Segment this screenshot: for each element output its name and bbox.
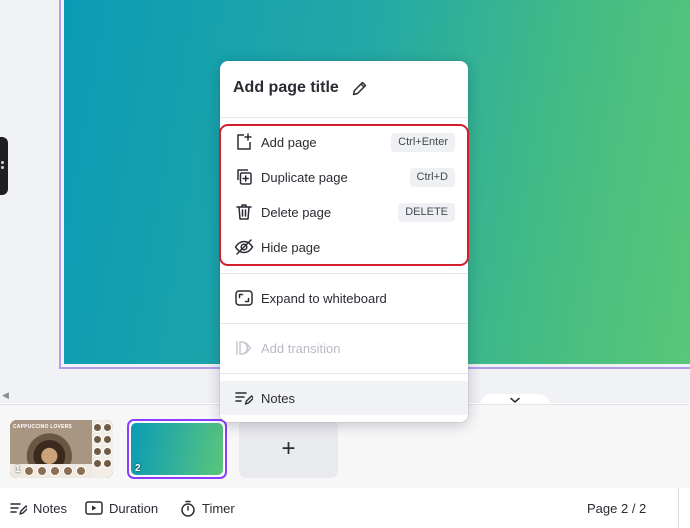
timer-label: Timer (202, 500, 235, 516)
duration-label: Duration (109, 500, 159, 516)
duplicate-page-icon (233, 166, 255, 188)
hide-page-label: Hide page (261, 239, 321, 255)
thumbnail-photo-grid (92, 420, 113, 478)
bottom-toolbar: Notes Duration Timer Page 2 / 2 (0, 488, 690, 528)
add-page-tile-button[interactable]: + (239, 420, 338, 478)
timer-button[interactable]: Timer (180, 488, 235, 528)
whiteboard-expand-icon (233, 287, 255, 309)
menu-divider (220, 373, 468, 374)
thumbnail-photo-row (10, 464, 92, 478)
expand-whiteboard-label: Expand to whiteboard (261, 290, 387, 306)
duration-icon (85, 501, 103, 515)
chevron-down-icon (510, 397, 520, 403)
delete-page-label: Delete page (261, 204, 332, 220)
notes-button[interactable]: Notes (10, 488, 67, 528)
add-page-menu-item[interactable]: Add page Ctrl+Enter (228, 125, 460, 159)
add-transition-label: Add transition (261, 340, 341, 356)
left-panel-toggle[interactable] (0, 137, 8, 195)
thumbnail-gradient (131, 423, 223, 475)
notes-icon (233, 387, 255, 409)
duplicate-page-shortcut: Ctrl+D (409, 168, 455, 187)
duplicate-page-menu-item[interactable]: Duplicate page Ctrl+D (228, 160, 460, 194)
add-page-label: Add page (261, 134, 317, 150)
page-thumbnail-1[interactable]: CAPPUCCINO LOVERS 1 (10, 420, 113, 478)
toolbar-divider (678, 488, 690, 528)
duration-button[interactable]: Duration (85, 488, 158, 528)
menu-divider (220, 273, 468, 274)
expand-whiteboard-menu-item[interactable]: Expand to whiteboard (228, 281, 460, 315)
add-transition-menu-item: Add transition (228, 331, 460, 365)
notes-label: Notes (261, 390, 295, 406)
eye-off-icon (233, 236, 255, 258)
notes-label: Notes (33, 500, 67, 516)
add-page-icon (233, 131, 255, 153)
edit-pencil-icon[interactable] (351, 80, 368, 97)
delete-page-shortcut: DELETE (398, 203, 455, 222)
timer-icon (181, 500, 195, 517)
menu-divider (220, 117, 468, 118)
page-context-menu: Add page title Add page Ctrl+Enter Dupli… (220, 61, 468, 422)
menu-divider (220, 323, 468, 324)
page-number: 2 (135, 463, 141, 474)
page-thumbnail-2[interactable]: 2 (127, 419, 227, 479)
page-number: 1 (15, 464, 21, 475)
notes-icon (10, 502, 27, 515)
transition-icon (233, 337, 255, 359)
notes-menu-item[interactable]: Notes (220, 381, 468, 415)
menu-title-row[interactable]: Add page title (233, 77, 368, 99)
delete-page-menu-item[interactable]: Delete page DELETE (228, 195, 460, 229)
duplicate-page-label: Duplicate page (261, 169, 348, 185)
thumbnail-caption: CAPPUCCINO LOVERS (13, 424, 72, 430)
page-title: Add page title (233, 79, 339, 96)
scroll-left-arrow-icon[interactable]: ◀ (2, 390, 9, 401)
trash-icon (233, 201, 255, 223)
add-page-shortcut: Ctrl+Enter (391, 133, 455, 152)
page-counter[interactable]: Page 2 / 2 (587, 488, 646, 528)
hide-page-menu-item[interactable]: Hide page (228, 230, 460, 264)
